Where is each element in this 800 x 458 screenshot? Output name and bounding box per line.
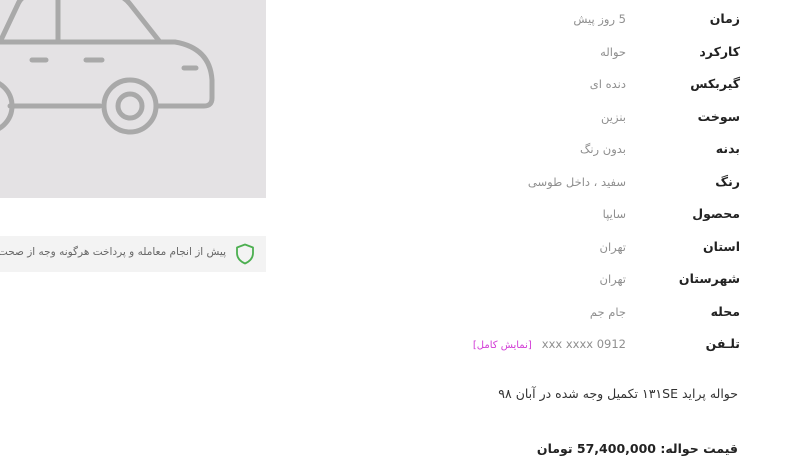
detail-label: استان [702,238,740,254]
detail-label: بدنه [715,141,740,156]
detail-row-mileage: کارکرد حواله [420,37,740,70]
ad-description: حواله پراید ۱۳۱SE تکمیل وجه شده در آبان … [498,386,738,401]
detail-row-gearbox: گیربکس دنده ای [420,69,740,102]
phone-value-group: 0912 xxx xxxx [نمایش کامل] [473,337,626,351]
detail-label: محصول [692,206,740,221]
ad-page: پیش از انجام معامله و پرداخت هرگونه وجه … [0,0,800,458]
detail-label: زمان [709,11,740,26]
detail-label: شهرستان [678,271,740,286]
detail-row-time: زمان 5 روز پیش [420,4,740,37]
detail-value: تهران [599,239,627,254]
detail-label: محله [710,303,740,319]
shield-icon [236,243,254,265]
detail-value: سفید ، داخل طوسی [527,174,626,189]
detail-label: گیربکس [690,76,740,91]
detail-label: رنگ [715,173,740,189]
detail-row-neighborhood: محله جام جم [420,297,740,330]
phone-number: 0912 xxx xxxx [541,337,626,351]
show-full-phone-link[interactable]: [نمایش کامل] [473,340,532,351]
detail-value: دنده ای [589,77,626,91]
details-list: زمان 5 روز پیش کارکرد حواله گیربکس دنده … [420,4,740,362]
detail-value: حواله [600,44,626,59]
detail-value: 5 روز پیش [573,12,626,26]
detail-value: بدون رنگ [580,142,626,156]
detail-row-product: محصول سایپا [420,199,740,232]
detail-row-city: شهرستان تهران [420,264,741,297]
detail-label: تلـفن [705,336,740,351]
detail-label: کارکرد [699,43,740,59]
detail-row-body: بدنه بدون رنگ [420,134,740,167]
car-image-placeholder[interactable] [0,0,266,198]
detail-label: سوخت [697,108,740,124]
safety-notice: پیش از انجام معامله و پرداخت هرگونه وجه … [0,236,266,272]
notice-text: پیش از انجام معامله و پرداخت هرگونه وجه … [0,246,226,258]
detail-row-color: رنگ سفید ، داخل طوسی [420,167,740,200]
detail-row-phone: تلـفن 0912 xxx xxxx [نمایش کامل] [420,329,740,362]
detail-value: تهران [599,272,627,286]
detail-value: سایپا [602,207,626,221]
detail-row-fuel: سوخت بنزین [420,102,740,135]
detail-value: بنزین [601,109,626,124]
car-icon [0,0,215,135]
detail-value: جام جم [589,304,626,319]
price-text: قیمت حواله: 57,400,000 تومان [536,441,738,456]
detail-row-province: استان تهران [420,232,741,265]
